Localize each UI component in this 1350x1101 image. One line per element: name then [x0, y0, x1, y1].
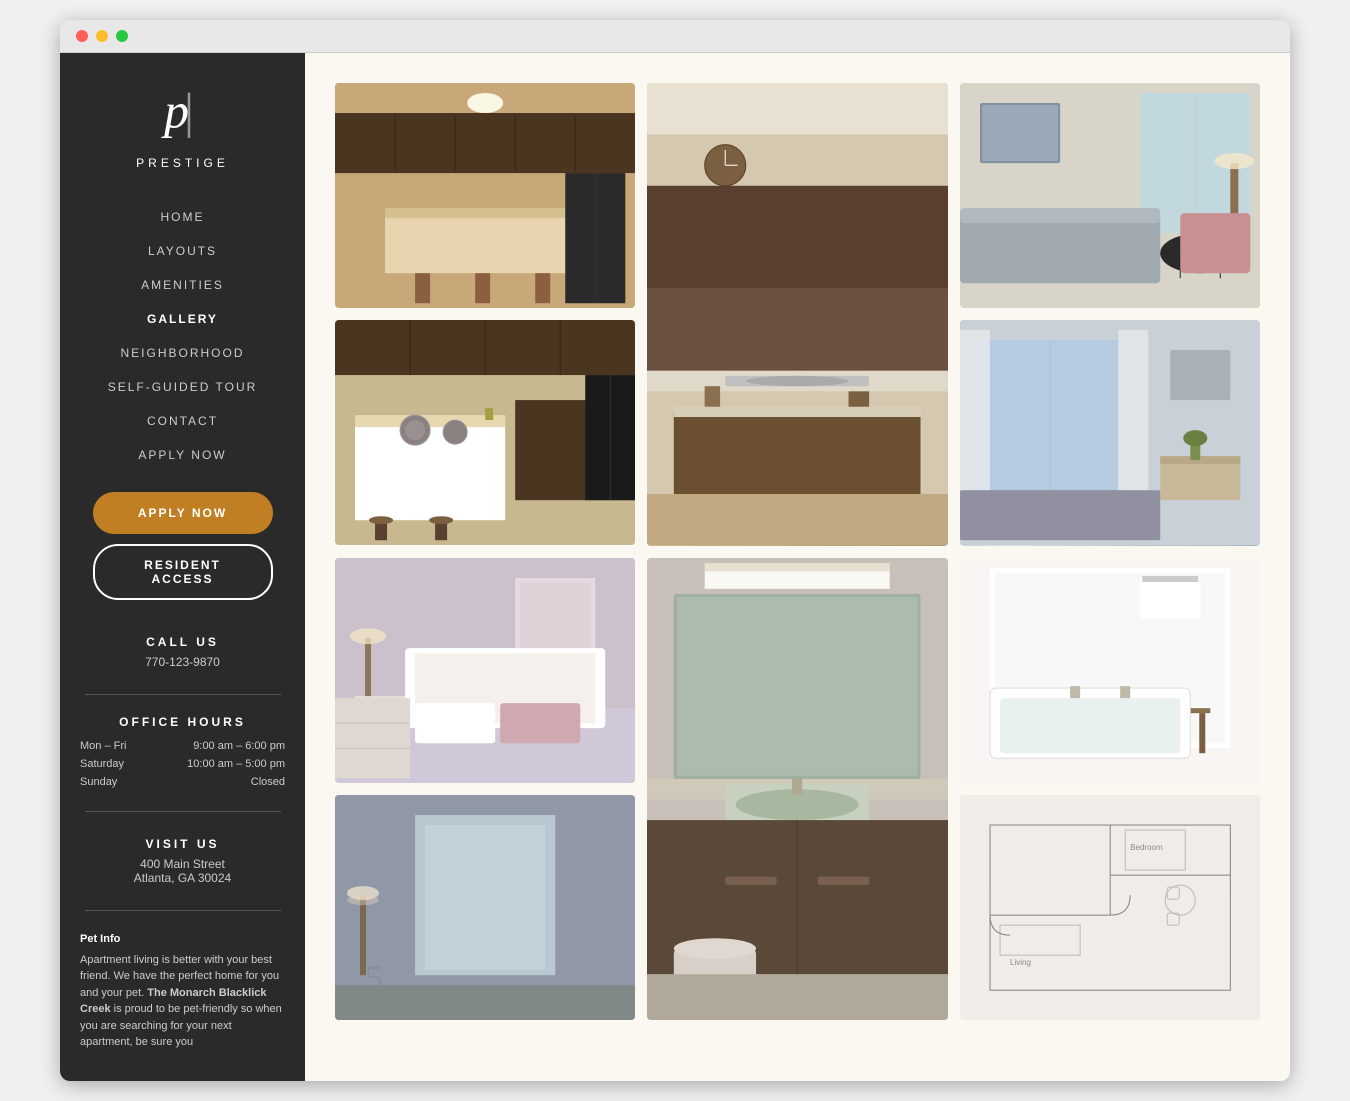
pet-info-title: Pet Info — [80, 931, 285, 948]
nav-menu: HOME LAYOUTS AMENITIES GALLERY NEIGHBORH… — [60, 200, 305, 472]
logo-area: p | PRESTIGE — [136, 83, 229, 170]
main-content: 5 — [305, 53, 1290, 1081]
visit-us-section: VISIT US 400 Main Street Atlanta, GA 300… — [60, 822, 305, 900]
nav-gallery[interactable]: GALLERY — [60, 302, 305, 336]
nav-home[interactable]: HOME — [60, 200, 305, 234]
office-hours-title: OFFICE HOURS — [80, 715, 285, 729]
visit-us-title: VISIT US — [80, 837, 285, 851]
phone-number[interactable]: 770-123-9870 — [60, 655, 305, 669]
gallery-item[interactable]: 5 — [335, 795, 635, 1020]
nav-self-guided-tour[interactable]: SELF-GUIDED TOUR — [60, 370, 305, 404]
logo-icon: p | — [153, 83, 213, 143]
hours-row-saturday: Saturday 10:00 am – 5:00 pm — [80, 755, 285, 773]
gallery-item[interactable] — [335, 558, 635, 783]
nav-layouts[interactable]: LAYOUTS — [60, 234, 305, 268]
pet-info-text: Apartment living is better with your bes… — [80, 954, 282, 1049]
nav-contact[interactable]: CONTACT — [60, 404, 305, 438]
divider-3 — [85, 910, 281, 911]
gallery-item[interactable] — [960, 558, 1260, 783]
apply-now-button[interactable]: APPLY NOW — [93, 492, 273, 534]
hours-row-sunday: Sunday Closed — [80, 773, 285, 791]
gallery-item[interactable] — [647, 558, 947, 1021]
hours-time-saturday: 10:00 am – 5:00 pm — [187, 758, 285, 770]
divider-1 — [85, 694, 281, 695]
svg-text:|: | — [181, 84, 195, 139]
gallery-item[interactable] — [960, 83, 1260, 308]
hours-row-weekday: Mon – Fri 9:00 am – 6:00 pm — [80, 737, 285, 755]
svg-text:Bedroom: Bedroom — [1130, 843, 1163, 852]
svg-text:Living: Living — [1010, 958, 1031, 967]
pet-info-section: Pet Info Apartment living is better with… — [60, 921, 305, 1061]
nav-apply-now[interactable]: APPLY NOW — [60, 438, 305, 472]
hours-day-weekday: Mon – Fri — [80, 740, 126, 752]
close-dot[interactable] — [76, 30, 88, 42]
resident-access-button[interactable]: RESIDENT ACCESS — [93, 544, 273, 600]
divider-2 — [85, 811, 281, 812]
gallery-item[interactable] — [335, 83, 635, 308]
nav-amenities[interactable]: AMENITIES — [60, 268, 305, 302]
office-hours-section: OFFICE HOURS Mon – Fri 9:00 am – 6:00 pm… — [60, 705, 305, 801]
address-line2: Atlanta, GA 30024 — [80, 871, 285, 885]
address-line1: 400 Main Street — [80, 857, 285, 871]
logo-text: PRESTIGE — [136, 156, 229, 170]
hours-day-sunday: Sunday — [80, 776, 117, 788]
fullscreen-dot[interactable] — [116, 30, 128, 42]
call-us-section: CALL US 770-123-9870 — [60, 620, 305, 684]
gallery-item[interactable] — [335, 320, 635, 545]
hours-time-sunday: Closed — [251, 776, 285, 788]
gallery-item[interactable] — [647, 83, 947, 546]
gallery-item[interactable]: Living Bedroom — [960, 795, 1260, 1020]
minimize-dot[interactable] — [96, 30, 108, 42]
hours-table: Mon – Fri 9:00 am – 6:00 pm Saturday 10:… — [80, 737, 285, 791]
gallery-item[interactable] — [960, 320, 1260, 545]
nav-neighborhood[interactable]: NEIGHBORHOOD — [60, 336, 305, 370]
call-us-title: CALL US — [60, 635, 305, 649]
gallery-grid: 5 — [325, 73, 1270, 1030]
hours-day-saturday: Saturday — [80, 758, 124, 770]
browser-chrome — [60, 20, 1290, 53]
hours-time-weekday: 9:00 am – 6:00 pm — [193, 740, 285, 752]
sidebar: p | PRESTIGE HOME LAYOUTS AMENITIES GALL… — [60, 53, 305, 1081]
